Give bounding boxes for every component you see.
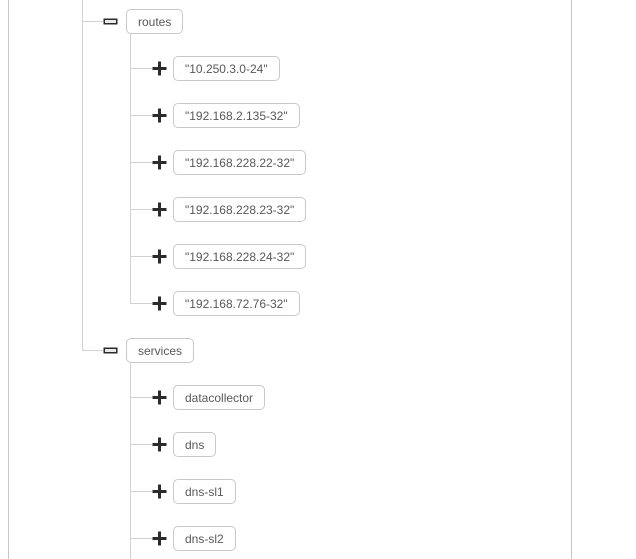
tree-node-service[interactable]: dns-sl2: [173, 526, 236, 551]
connector-service-1: [130, 397, 152, 398]
plus-icon[interactable]: [152, 108, 167, 123]
plus-icon[interactable]: [152, 531, 167, 546]
plus-icon[interactable]: [152, 61, 167, 76]
services-child-trunk: [130, 363, 131, 559]
plus-icon[interactable]: [152, 155, 167, 170]
connector-route-1: [130, 68, 152, 69]
plus-icon[interactable]: [152, 390, 167, 405]
plus-icon[interactable]: [152, 296, 167, 311]
connector-service-4: [130, 538, 152, 539]
left-boundary-rule: [8, 0, 9, 559]
tree-node-route[interactable]: "192.168.228.24-32": [173, 244, 307, 269]
plus-icon[interactable]: [152, 249, 167, 264]
root-trunk: [82, 0, 83, 351]
plus-icon[interactable]: [152, 202, 167, 217]
tree-node-route[interactable]: "192.168.72.76-32": [173, 291, 300, 316]
minus-icon[interactable]: [103, 343, 118, 358]
connector-service-2: [130, 444, 152, 445]
connector-route-3: [130, 162, 152, 163]
tree-node-service[interactable]: dns-sl1: [173, 479, 236, 504]
connector-route-4: [130, 209, 152, 210]
tree-node-route[interactable]: "10.250.3.0-24": [173, 56, 280, 81]
right-boundary-rule: [571, 0, 572, 559]
routes-child-trunk: [130, 34, 131, 304]
connector-route-2: [130, 115, 152, 116]
tree-node-route[interactable]: "192.168.228.23-32": [173, 197, 307, 222]
tree-node-route[interactable]: "192.168.2.135-32": [173, 103, 300, 128]
tree-node-route[interactable]: "192.168.228.22-32": [173, 150, 307, 175]
tree-node-service[interactable]: datacollector: [173, 385, 266, 410]
connector-route-5: [130, 256, 152, 257]
tree-node-service[interactable]: dns: [173, 432, 217, 457]
connector-services: [82, 350, 103, 351]
minus-icon[interactable]: [103, 14, 118, 29]
tree-canvas: routes "10.250.3.0-24" "192.168.2.135-32…: [0, 0, 636, 559]
plus-icon[interactable]: [152, 437, 167, 452]
connector-route-6: [130, 303, 152, 304]
tree-node-routes[interactable]: routes: [126, 9, 184, 34]
connector-routes: [82, 21, 103, 22]
tree-node-services[interactable]: services: [126, 338, 195, 363]
connector-service-3: [130, 491, 152, 492]
plus-icon[interactable]: [152, 484, 167, 499]
